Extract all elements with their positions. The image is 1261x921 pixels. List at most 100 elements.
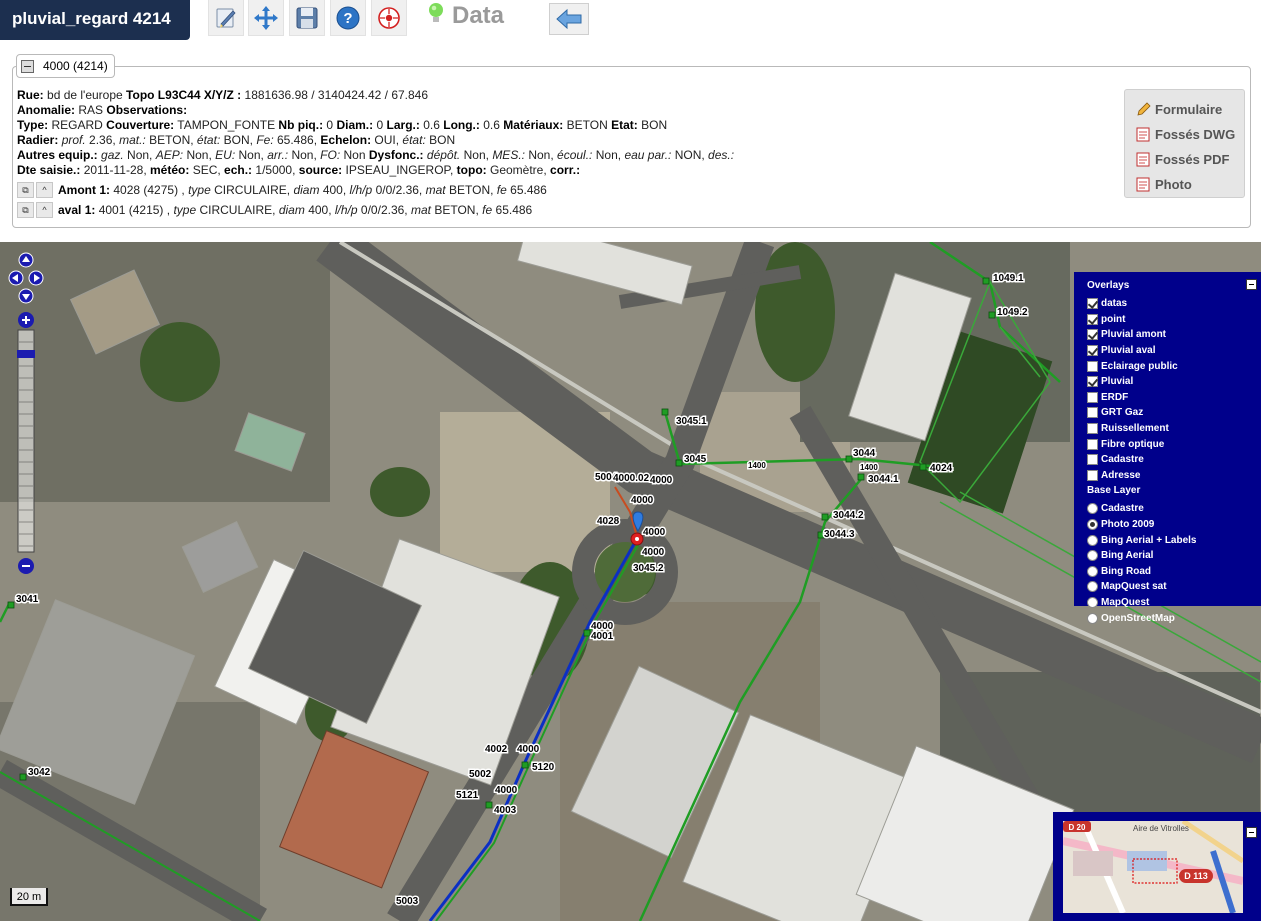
checkbox[interactable] bbox=[1087, 313, 1098, 325]
edit-button[interactable] bbox=[208, 0, 244, 36]
base-bing-road[interactable]: Bing Road bbox=[1087, 564, 1261, 580]
radio[interactable] bbox=[1087, 565, 1098, 577]
checkbox[interactable] bbox=[1087, 407, 1098, 419]
overlay-datas[interactable]: datas bbox=[1087, 296, 1261, 312]
svg-text:1049.2: 1049.2 bbox=[997, 307, 1028, 318]
checkbox[interactable] bbox=[1087, 423, 1098, 435]
document-icon bbox=[1136, 127, 1150, 142]
radio[interactable] bbox=[1087, 550, 1098, 562]
svg-text:5120: 5120 bbox=[532, 762, 555, 773]
locate-button[interactable] bbox=[371, 0, 407, 36]
svg-text:1400: 1400 bbox=[748, 461, 766, 470]
checkbox[interactable] bbox=[1087, 391, 1098, 403]
help-button[interactable]: ? bbox=[330, 0, 366, 36]
overlay-point[interactable]: point bbox=[1087, 312, 1261, 328]
zoom-slider[interactable] bbox=[17, 312, 35, 574]
save-icon bbox=[296, 7, 318, 28]
overview-map[interactable]: D 20 Aire de Vitrolles D 113 bbox=[1063, 821, 1243, 913]
document-icon bbox=[1136, 152, 1150, 167]
back-button[interactable] bbox=[549, 3, 589, 35]
toolbar: pluvial_regard 4214 ? Data bbox=[0, 0, 1261, 40]
checkbox[interactable] bbox=[1087, 454, 1098, 466]
svg-text:3045.2: 3045.2 bbox=[633, 563, 664, 574]
svg-text:3044: 3044 bbox=[853, 448, 876, 459]
overlay-pluvial[interactable]: Pluvial bbox=[1087, 374, 1261, 390]
base-openstreetmap[interactable]: OpenStreetMap bbox=[1087, 610, 1261, 626]
scale-bar: 20 m bbox=[10, 888, 48, 906]
amont-row: ⧉ ^ Amont 1: 4028 (4275) , type CIRCULAI… bbox=[17, 182, 734, 198]
checkbox[interactable] bbox=[1087, 298, 1098, 310]
overlay-fibre-optique[interactable]: Fibre optique bbox=[1087, 436, 1261, 452]
photo-button[interactable]: Photo bbox=[1125, 172, 1244, 197]
info-line-anomalie: Anomalie: RAS Observations: bbox=[17, 103, 188, 117]
checkbox[interactable] bbox=[1087, 469, 1098, 481]
base-mapquest[interactable]: MapQuest bbox=[1087, 595, 1261, 611]
svg-text:5121: 5121 bbox=[456, 790, 479, 801]
base-cadastre[interactable]: Cadastre bbox=[1087, 501, 1261, 517]
open-window-icon[interactable]: ⧉ bbox=[17, 182, 34, 198]
overlay-pluvial-aval[interactable]: Pluvial aval bbox=[1087, 343, 1261, 359]
checkbox[interactable] bbox=[1087, 438, 1098, 450]
help-icon: ? bbox=[336, 6, 360, 29]
collapse-button[interactable] bbox=[21, 59, 34, 73]
overlay-eclairage-public[interactable]: Eclairage public bbox=[1087, 358, 1261, 374]
checkbox[interactable] bbox=[1087, 376, 1098, 388]
base-layer-title: Base Layer bbox=[1087, 485, 1141, 497]
base-photo-2009[interactable]: Photo 2009 bbox=[1087, 517, 1261, 533]
chevron-up-icon[interactable]: ^ bbox=[36, 182, 53, 198]
info-details: Rue: bd de l'europe Topo L93C44 X/Y/Z : … bbox=[17, 88, 734, 218]
pan-control[interactable] bbox=[8, 252, 44, 304]
checkbox[interactable] bbox=[1087, 345, 1098, 357]
svg-text:4001: 4001 bbox=[591, 631, 614, 642]
base-bing-aerial[interactable]: Bing Aerial bbox=[1087, 548, 1261, 564]
svg-text:3042: 3042 bbox=[28, 767, 51, 778]
radio[interactable] bbox=[1087, 581, 1098, 593]
radio[interactable] bbox=[1087, 534, 1098, 546]
overlay-erdf[interactable]: ERDF bbox=[1087, 390, 1261, 406]
formulaire-button[interactable]: Formulaire bbox=[1125, 97, 1244, 122]
overlay-pluvial-amont[interactable]: Pluvial amont bbox=[1087, 327, 1261, 343]
svg-text:5002: 5002 bbox=[469, 769, 492, 780]
svg-text:3041: 3041 bbox=[16, 594, 39, 605]
app-title[interactable]: pluvial_regard 4214 bbox=[0, 0, 190, 40]
save-button[interactable] bbox=[289, 0, 325, 36]
checkbox[interactable] bbox=[1087, 329, 1098, 341]
map-view[interactable]: 1049.1 1049.2 3045.1 3045 1400 3044 1400… bbox=[0, 242, 1261, 921]
base-mapquest-sat[interactable]: MapQuest sat bbox=[1087, 579, 1261, 595]
svg-text:4024: 4024 bbox=[930, 463, 953, 474]
overlay-cadastre[interactable]: Cadastre bbox=[1087, 452, 1261, 468]
svg-text:4002: 4002 bbox=[485, 744, 508, 755]
checkbox[interactable] bbox=[1087, 360, 1098, 372]
info-legend-label: 4000 (4214) bbox=[43, 59, 108, 73]
chevron-up-icon[interactable]: ^ bbox=[36, 202, 53, 218]
minimize-icon[interactable] bbox=[1246, 279, 1257, 290]
minimize-icon[interactable] bbox=[1246, 827, 1257, 838]
overview-map-panel: D 20 Aire de Vitrolles D 113 bbox=[1053, 812, 1261, 921]
base-bing-aerial-labels[interactable]: Bing Aerial + Labels bbox=[1087, 532, 1261, 548]
svg-text:1400: 1400 bbox=[860, 463, 878, 472]
move-button[interactable] bbox=[248, 0, 284, 36]
info-line-type: Type: REGARD Couverture: TAMPON_FONTE Nb… bbox=[17, 118, 668, 132]
fosses-dwg-button[interactable]: Fossés DWG bbox=[1125, 122, 1244, 147]
move-icon bbox=[254, 5, 278, 30]
svg-text:3045.1: 3045.1 bbox=[676, 416, 707, 427]
open-window-icon[interactable]: ⧉ bbox=[17, 202, 34, 218]
overlay-adresse[interactable]: Adresse bbox=[1087, 468, 1261, 484]
layer-switcher: Overlays datas point Pluvial amont Pluvi… bbox=[1074, 272, 1261, 624]
overlay-grt-gaz[interactable]: GRT Gaz bbox=[1087, 405, 1261, 421]
document-icon bbox=[1136, 177, 1150, 192]
zoom-handle bbox=[17, 350, 35, 358]
fosses-pdf-button[interactable]: Fossés PDF bbox=[1125, 147, 1244, 172]
overlay-ruissellement[interactable]: Ruissellement bbox=[1087, 421, 1261, 437]
radio[interactable] bbox=[1087, 519, 1098, 531]
svg-text:4000: 4000 bbox=[495, 785, 518, 796]
light-bulb-icon bbox=[429, 3, 443, 22]
radio[interactable] bbox=[1087, 503, 1098, 515]
svg-text:4000: 4000 bbox=[643, 527, 666, 538]
info-line-saisie: Dte saisie.: 2011-11-28, météo: SEC, ech… bbox=[17, 163, 581, 177]
radio[interactable] bbox=[1087, 612, 1098, 624]
radio[interactable] bbox=[1087, 596, 1098, 608]
svg-text:4003: 4003 bbox=[494, 805, 517, 816]
svg-text:4000: 4000 bbox=[517, 744, 540, 755]
svg-text:3044.3: 3044.3 bbox=[824, 529, 855, 540]
